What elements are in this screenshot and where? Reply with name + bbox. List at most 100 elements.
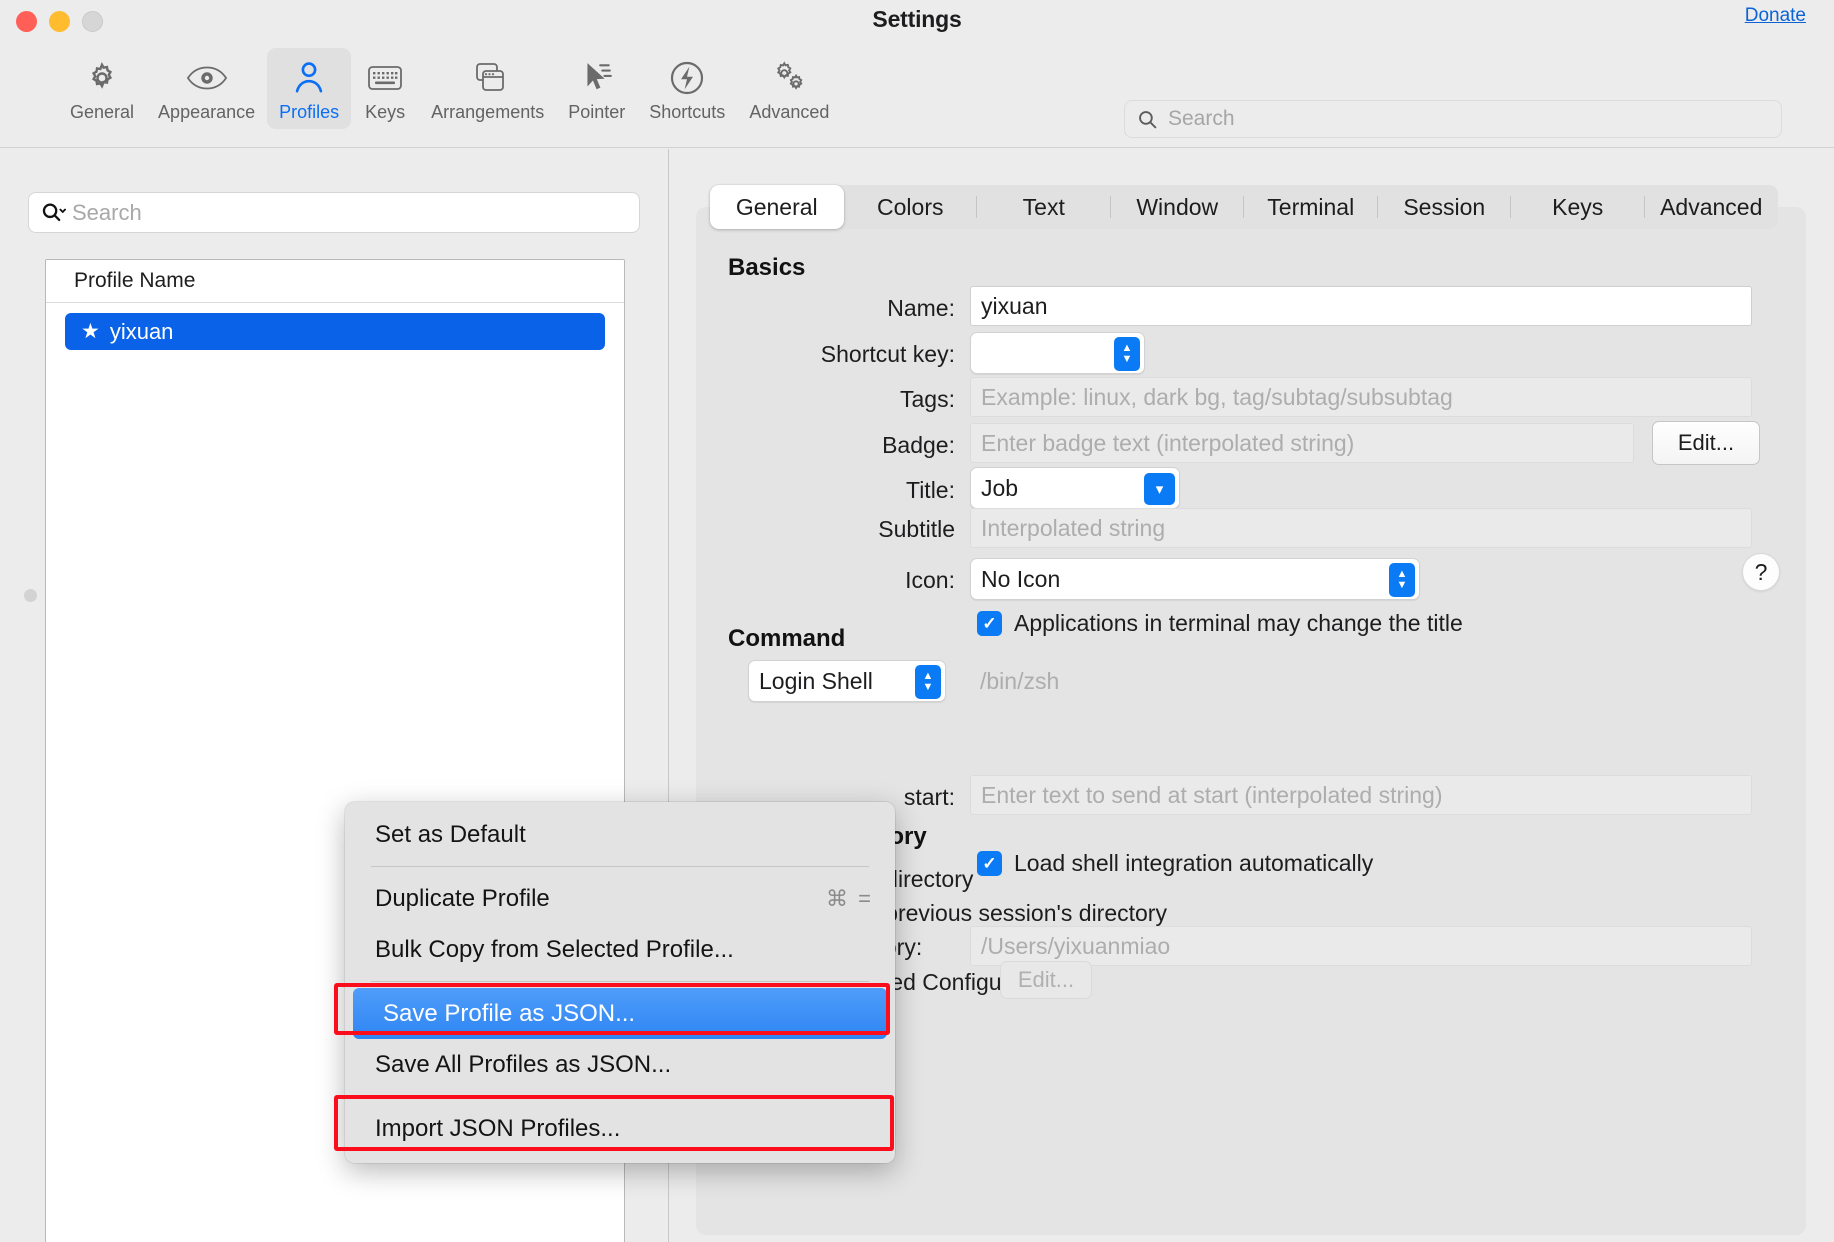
- settings-window: Settings Donate General: [0, 0, 1834, 1242]
- badge-input[interactable]: Enter badge text (interpolated string): [970, 423, 1634, 463]
- badge-label: Badge:: [690, 432, 955, 459]
- send-at-start-input[interactable]: Enter text to send at start (interpolate…: [970, 775, 1752, 815]
- directory-custom-input[interactable]: /Users/yixuanmiao: [970, 926, 1752, 966]
- command-mode-value: Login Shell: [759, 668, 873, 695]
- keyboard-icon: [367, 56, 403, 100]
- tab-keys[interactable]: Keys: [1511, 185, 1645, 229]
- preferences-toolbar: General Appearance: [0, 44, 1834, 148]
- subtitle-label: Subtitle: [690, 516, 955, 543]
- command-path-placeholder: /bin/zsh: [980, 668, 1059, 695]
- toolbar-label-arrangements: Arrangements: [431, 102, 544, 123]
- tab-colors[interactable]: Colors: [844, 185, 978, 229]
- name-value: yixuan: [981, 293, 1047, 320]
- profile-search-input[interactable]: Search: [28, 192, 640, 233]
- tab-advanced[interactable]: Advanced: [1645, 185, 1779, 229]
- toolbar-search-field[interactable]: Search: [1124, 100, 1782, 138]
- subtitle-input[interactable]: Interpolated string: [970, 508, 1752, 548]
- windows-icon: [469, 56, 507, 100]
- command-path-input[interactable]: /bin/zsh: [970, 661, 1752, 701]
- toolbar-item-general[interactable]: General: [58, 48, 146, 129]
- tab-terminal[interactable]: Terminal: [1244, 185, 1378, 229]
- tab-general[interactable]: General: [710, 185, 844, 229]
- name-input[interactable]: yixuan: [970, 286, 1752, 326]
- tab-session[interactable]: Session: [1378, 185, 1512, 229]
- default-profile-star-icon: ★: [81, 321, 100, 342]
- toolbar-item-appearance[interactable]: Appearance: [146, 48, 267, 129]
- donate-link[interactable]: Donate: [1745, 5, 1806, 27]
- menu-separator: [371, 981, 869, 982]
- toolbar-label-general: General: [70, 102, 134, 123]
- menu-item-label: Save Profile as JSON...: [383, 1000, 635, 1028]
- stepper-arrows-icon[interactable]: ▲▼: [1114, 337, 1140, 371]
- toolbar-label-profiles: Profiles: [279, 102, 339, 123]
- command-heading: Command: [728, 625, 845, 653]
- shortcut-key-stepper[interactable]: ▲▼: [970, 332, 1145, 374]
- subtitle-placeholder: Interpolated string: [981, 515, 1165, 542]
- tab-label: Window: [1136, 194, 1218, 220]
- tab-window[interactable]: Window: [1111, 185, 1245, 229]
- person-icon: [292, 56, 326, 100]
- toolbar-label-shortcuts: Shortcuts: [649, 102, 725, 123]
- menu-item-label: Duplicate Profile: [375, 885, 550, 913]
- profile-tab-bar: General Colors Text Window Terminal Sess…: [710, 185, 1778, 229]
- basics-heading: Basics: [728, 254, 805, 282]
- menu-item-set-as-default[interactable]: Set as Default: [345, 809, 895, 860]
- search-icon: [41, 200, 66, 225]
- profile-search-placeholder: Search: [72, 200, 142, 226]
- toolbar-item-shortcuts[interactable]: Shortcuts: [637, 48, 737, 129]
- column-header-profile-name: Profile Name: [74, 269, 195, 293]
- icon-value: No Icon: [981, 566, 1060, 593]
- tab-text[interactable]: Text: [977, 185, 1111, 229]
- toolbar-label-pointer: Pointer: [568, 102, 625, 123]
- toolbar-item-pointer[interactable]: Pointer: [556, 48, 637, 129]
- shell-integration-label: Load shell integration automatically: [1014, 850, 1373, 877]
- tab-label: Terminal: [1267, 194, 1354, 220]
- directory-option-previous[interactable]: e previous session's directory: [866, 900, 1167, 927]
- title-value: Job: [981, 475, 1018, 502]
- toolbar-label-keys: Keys: [365, 102, 405, 123]
- profile-name-label: yixuan: [110, 319, 174, 345]
- menu-item-save-profile-as-json[interactable]: Save Profile as JSON...: [353, 988, 887, 1039]
- apps-change-title-label: Applications in terminal may change the …: [1014, 610, 1463, 637]
- table-row[interactable]: ★ yixuan: [65, 313, 605, 350]
- menu-item-duplicate-profile[interactable]: Duplicate Profile ⌘ =: [345, 873, 895, 924]
- toolbar-label-appearance: Appearance: [158, 102, 255, 123]
- command-mode-popup[interactable]: Login Shell ▲▼: [748, 660, 946, 702]
- stepper-arrows-icon[interactable]: ▲▼: [915, 665, 941, 699]
- menu-separator: [371, 1096, 869, 1097]
- toolbar-item-arrangements[interactable]: Arrangements: [419, 48, 556, 129]
- directory-custom-placeholder: /Users/yixuanmiao: [981, 933, 1170, 960]
- tab-label: Session: [1403, 194, 1485, 220]
- sidebar-resize-handle[interactable]: [24, 589, 37, 602]
- send-at-start-placeholder: Enter text to send at start (interpolate…: [981, 782, 1443, 809]
- menu-item-label: Set as Default: [375, 821, 526, 849]
- toolbar-item-advanced[interactable]: Advanced: [737, 48, 841, 129]
- title-popup-button[interactable]: Job ▾: [970, 467, 1180, 509]
- menu-item-label: Save All Profiles as JSON...: [375, 1051, 671, 1079]
- icon-popup-button[interactable]: No Icon ▲▼: [970, 558, 1420, 600]
- toolbar-item-profiles[interactable]: Profiles: [267, 48, 351, 129]
- tags-label: Tags:: [690, 386, 955, 413]
- toolbar-items: General Appearance: [58, 48, 841, 129]
- tab-label: Colors: [877, 194, 943, 220]
- tab-label: General: [736, 194, 818, 220]
- shell-integration-checkbox-row[interactable]: ✓ Load shell integration automatically: [977, 850, 1373, 877]
- menu-item-shortcut: ⌘ =: [826, 886, 873, 912]
- tags-input[interactable]: Example: linux, dark bg, tag/subtag/subs…: [970, 377, 1752, 417]
- menu-item-bulk-copy[interactable]: Bulk Copy from Selected Profile...: [345, 924, 895, 975]
- advanced-config-edit-button[interactable]: Edit...: [1000, 961, 1092, 999]
- chevron-down-icon[interactable]: ▾: [1144, 473, 1175, 505]
- tags-placeholder: Example: linux, dark bg, tag/subtag/subs…: [981, 384, 1453, 411]
- title-help-button[interactable]: ?: [1742, 553, 1780, 591]
- apps-change-title-checkbox-row[interactable]: ✓ Applications in terminal may change th…: [977, 610, 1463, 637]
- checkbox-checked-icon[interactable]: ✓: [977, 851, 1002, 876]
- title-label: Title:: [690, 477, 955, 504]
- tab-label: Advanced: [1660, 194, 1762, 220]
- menu-item-import-json-profiles[interactable]: Import JSON Profiles...: [345, 1103, 895, 1154]
- checkbox-checked-icon[interactable]: ✓: [977, 611, 1002, 636]
- title-bar: Settings Donate: [0, 0, 1834, 44]
- menu-item-save-all-profiles-as-json[interactable]: Save All Profiles as JSON...: [345, 1039, 895, 1090]
- toolbar-item-keys[interactable]: Keys: [351, 48, 419, 129]
- stepper-arrows-icon[interactable]: ▲▼: [1389, 563, 1415, 597]
- badge-edit-button[interactable]: Edit...: [1652, 421, 1760, 465]
